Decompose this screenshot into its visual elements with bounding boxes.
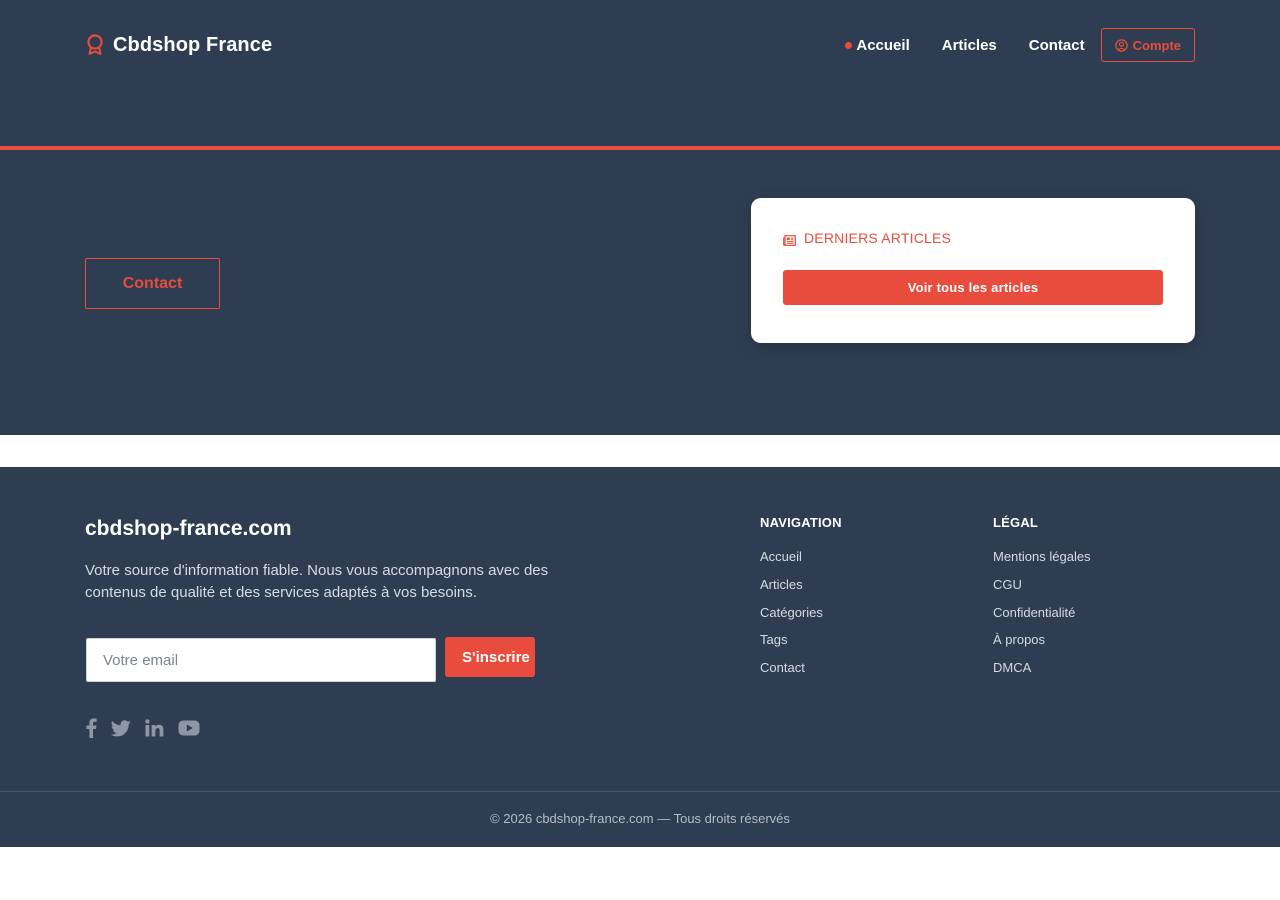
nav-link-accueil[interactable]: Accueil <box>845 36 910 54</box>
footer-navigation-title: NAVIGATION <box>760 515 842 530</box>
newsletter-email-input[interactable] <box>86 638 436 682</box>
list-item: Articles <box>760 576 823 604</box>
social-links <box>85 717 200 739</box>
footer-link-cgu[interactable]: CGU <box>993 577 1022 592</box>
footer-site-name: cbdshop-france.com <box>85 517 292 540</box>
list-item: Accueil <box>760 548 823 576</box>
list-item: CGU <box>993 576 1091 604</box>
latest-articles-title: DERNIERS ARTICLES <box>804 230 952 246</box>
brand-logo[interactable]: Cbdshop France <box>85 33 272 57</box>
list-item: DMCA <box>993 659 1091 687</box>
active-indicator-dot <box>845 41 853 49</box>
footer-description: Votre source d'information fiable. Nous … <box>85 562 549 601</box>
youtube-icon[interactable] <box>178 717 200 739</box>
footer-link-categories[interactable]: Catégories <box>760 605 823 620</box>
main-nav: Accueil Articles Contact Compte <box>845 28 1195 62</box>
footer-legal-list: Mentions légales CGU Confidentialité À p… <box>993 548 1091 687</box>
list-item: Mentions légales <box>993 548 1091 576</box>
footer-link-a-propos[interactable]: À propos <box>993 632 1045 647</box>
footer-link-confidentialite[interactable]: Confidentialité <box>993 605 1075 620</box>
footer-link-accueil[interactable]: Accueil <box>760 549 802 564</box>
site-footer: cbdshop-france.com Votre source d'inform… <box>0 467 1280 847</box>
footer-divider <box>0 791 1280 792</box>
copyright-text: © 2026 cbdshop-france.com — Tous droits … <box>490 811 790 826</box>
list-item: Catégories <box>760 604 823 632</box>
linkedin-icon[interactable] <box>145 717 164 739</box>
footer-legal-title: LÉGAL <box>993 515 1039 530</box>
nav-link-label: Articles <box>941 36 997 54</box>
list-item: Tags <box>760 631 823 659</box>
award-icon <box>85 33 105 57</box>
footer-link-mentions-legales[interactable]: Mentions légales <box>993 549 1091 564</box>
hero-contact-button[interactable]: Contact <box>85 258 220 309</box>
nav-link-label: Contact <box>1028 36 1085 54</box>
list-item: À propos <box>993 631 1091 659</box>
view-all-articles-button[interactable]: Voir tous les articles <box>783 270 1163 305</box>
facebook-icon[interactable] <box>85 717 97 739</box>
hero-section: Contact DERNIERS ARTICLES Voir tous les … <box>0 150 1280 435</box>
newsletter-subscribe-button[interactable]: S'inscrire <box>445 637 535 677</box>
footer-link-tags[interactable]: Tags <box>760 632 787 647</box>
latest-articles-heading: DERNIERS ARTICLES <box>783 230 951 246</box>
list-item: Confidentialité <box>993 604 1091 632</box>
nav-link-contact[interactable]: Contact <box>1029 37 1085 54</box>
account-button[interactable]: Compte <box>1100 28 1195 62</box>
brand-name: Cbdshop France <box>113 33 273 56</box>
nav-link-label: Accueil <box>856 36 910 54</box>
site-header: Cbdshop France Accueil Articles Contact … <box>0 0 1280 146</box>
user-circle-icon <box>1114 38 1128 52</box>
account-button-label: Compte <box>1132 37 1181 53</box>
footer-link-dmca[interactable]: DMCA <box>993 660 1031 675</box>
list-item: Contact <box>760 659 823 687</box>
latest-articles-card: DERNIERS ARTICLES Voir tous les articles <box>751 198 1195 343</box>
newspaper-icon <box>783 233 796 246</box>
footer-navigation-list: Accueil Articles Catégories Tags Contact <box>760 548 823 687</box>
nav-link-articles[interactable]: Articles <box>942 37 997 54</box>
footer-link-contact[interactable]: Contact <box>760 660 805 675</box>
twitter-icon[interactable] <box>111 717 131 739</box>
footer-link-articles[interactable]: Articles <box>760 577 803 592</box>
